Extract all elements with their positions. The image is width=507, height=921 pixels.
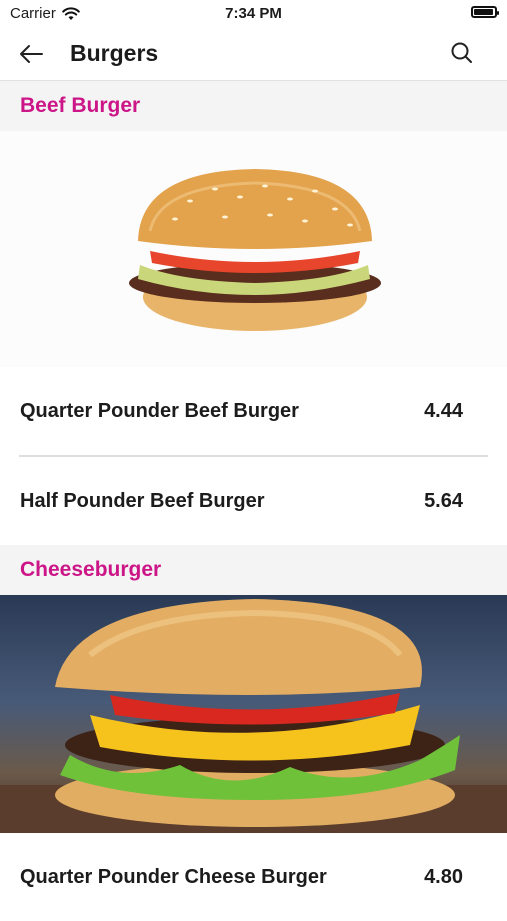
status-bar: Carrier 7:34 PM [0, 0, 507, 28]
page-title: Burgers [70, 40, 159, 66]
menu-item-row[interactable]: Quarter Pounder Beef Burger 4.44 [0, 367, 507, 455]
navigation-bar: Burgers [0, 28, 507, 81]
section-header-beef-burger: Beef Burger [0, 81, 507, 131]
back-arrow-icon[interactable] [18, 41, 44, 67]
menu-item-row[interactable]: Half Pounder Beef Burger 5.64 [0, 457, 507, 545]
burger-image-icon [129, 169, 381, 331]
item-name: Half Pounder Beef Burger [20, 489, 265, 512]
section-title: Cheeseburger [20, 558, 162, 581]
section-title: Beef Burger [20, 94, 141, 117]
battery-icon [471, 6, 499, 18]
cheeseburger-image[interactable] [0, 595, 507, 833]
item-price: 4.44 [424, 399, 463, 422]
item-price: 4.80 [424, 865, 463, 888]
menu-item-row[interactable]: Quarter Pounder Cheese Burger 4.80 [0, 833, 507, 921]
item-name: Quarter Pounder Cheese Burger [20, 865, 327, 888]
item-price: 5.64 [424, 489, 463, 512]
section-header-cheeseburger: Cheeseburger [0, 545, 507, 595]
cheeseburger-image-icon [0, 599, 507, 833]
item-name: Quarter Pounder Beef Burger [20, 399, 299, 422]
beef-burger-image[interactable] [0, 131, 507, 367]
status-time: 7:34 PM [225, 5, 282, 22]
search-icon[interactable] [449, 40, 475, 66]
